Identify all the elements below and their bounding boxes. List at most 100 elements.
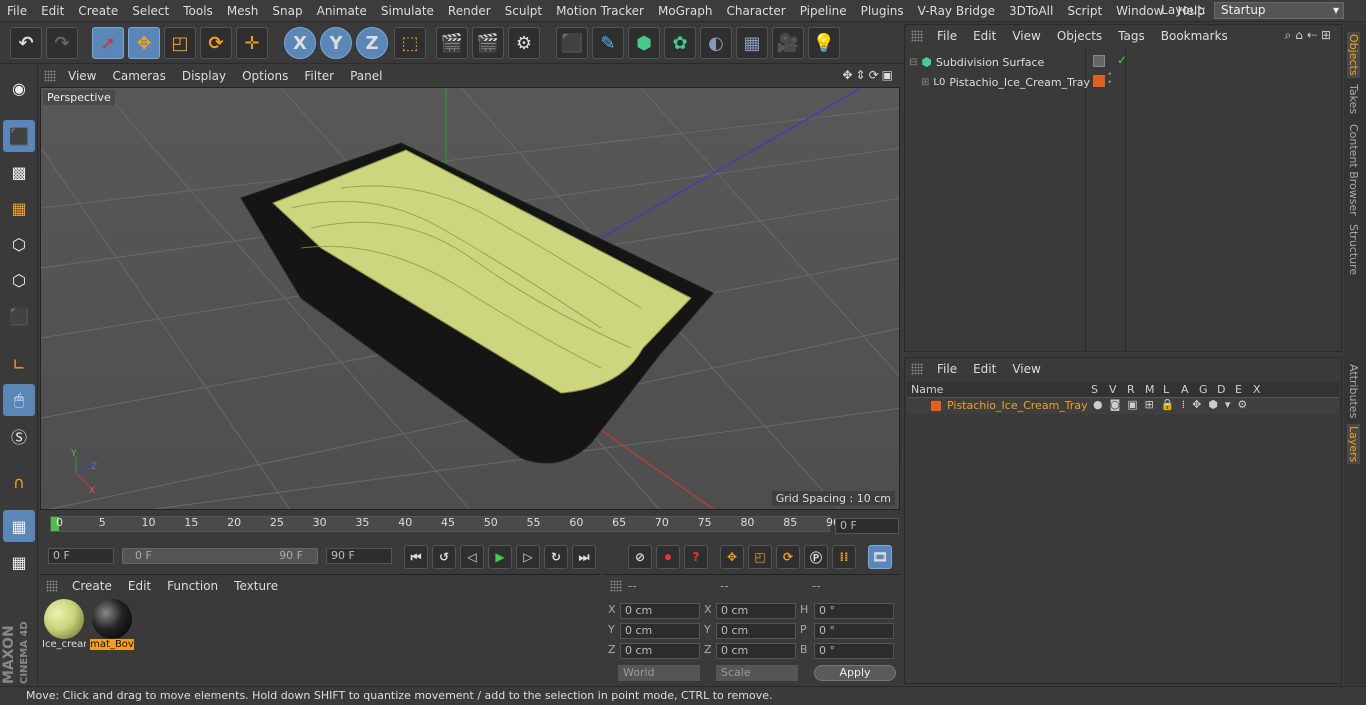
col-animation[interactable]: A bbox=[1181, 383, 1189, 396]
object-menu-tags[interactable]: Tags bbox=[1110, 29, 1153, 43]
viewport-menu-filter[interactable]: Filter bbox=[296, 69, 342, 83]
col-xref[interactable]: X bbox=[1253, 383, 1261, 396]
snap-icon[interactable]: ∩ bbox=[3, 466, 35, 498]
menu-mograph[interactable]: MoGraph bbox=[651, 4, 720, 18]
menu-vray-bridge[interactable]: V-Ray Bridge bbox=[911, 4, 1002, 18]
layer-row[interactable]: Pistachio_Ice_Cream_Tray ●◙▣⊞🔒⁞✥⬢▾⚙ bbox=[907, 398, 1339, 414]
cube-icon[interactable]: ⬛ bbox=[556, 27, 588, 59]
material-menu-edit[interactable]: Edit bbox=[120, 579, 159, 593]
tab-takes[interactable]: Takes bbox=[1347, 84, 1360, 114]
col-locked[interactable]: L bbox=[1163, 383, 1169, 396]
viewport-nav-icons[interactable]: ✥⇕⟳▣ bbox=[842, 68, 896, 82]
position-field[interactable]: 0 cm bbox=[620, 643, 700, 659]
col-manager[interactable]: M bbox=[1145, 383, 1155, 396]
visibility-dots-icon[interactable]: • • bbox=[1107, 71, 1112, 88]
coordinate-system-icon[interactable]: ⬚ bbox=[394, 27, 426, 59]
tab-content-browser[interactable]: Content Browser bbox=[1347, 124, 1360, 216]
key-scale-icon[interactable]: ◰ bbox=[748, 545, 772, 569]
layer-color-chip[interactable] bbox=[1093, 75, 1105, 87]
menu-script[interactable]: Script bbox=[1060, 4, 1109, 18]
deformer-icon[interactable]: ◐ bbox=[700, 27, 732, 59]
object-menu-edit[interactable]: Edit bbox=[965, 29, 1004, 43]
render-picture-viewer-icon[interactable]: 🎬 bbox=[472, 27, 504, 59]
floor-icon[interactable]: ▦ bbox=[736, 27, 768, 59]
menu-plugins[interactable]: Plugins bbox=[854, 4, 911, 18]
frame-range-slider[interactable]: 0 F 90 F bbox=[122, 548, 318, 564]
material-menu-create[interactable]: Create bbox=[64, 579, 120, 593]
viewport-menu-display[interactable]: Display bbox=[174, 69, 234, 83]
enabled-check-icon[interactable]: ✓ bbox=[1117, 53, 1127, 67]
render-view-icon[interactable]: 🎬 bbox=[436, 27, 468, 59]
autokey-icon[interactable]: ? bbox=[684, 545, 708, 569]
panel-grip-icon[interactable] bbox=[44, 70, 56, 82]
size-field[interactable]: 0 cm bbox=[716, 623, 796, 639]
move-tool-icon[interactable]: ✥ bbox=[128, 27, 160, 59]
position-field[interactable]: 0 cm bbox=[620, 603, 700, 619]
layer-menu-view[interactable]: View bbox=[1004, 362, 1048, 376]
material-menu-function[interactable]: Function bbox=[159, 579, 226, 593]
motion-record-icon[interactable]: ⊘ bbox=[628, 545, 652, 569]
prev-frame-icon[interactable]: ◁ bbox=[460, 545, 484, 569]
panel-grip-icon[interactable] bbox=[610, 580, 622, 592]
object-row[interactable]: ⊟ ⬢ Subdivision Surface bbox=[909, 53, 1044, 71]
coord-transform-select[interactable]: Scale bbox=[716, 665, 798, 681]
object-name[interactable]: Pistachio_Ice_Cream_Tray bbox=[949, 76, 1090, 89]
object-menu-objects[interactable]: Objects bbox=[1049, 29, 1110, 43]
coord-mode-select[interactable]: World bbox=[618, 665, 700, 681]
menu-pipeline[interactable]: Pipeline bbox=[793, 4, 854, 18]
menu-select[interactable]: Select bbox=[125, 4, 176, 18]
live-select-icon[interactable]: ✛ bbox=[236, 27, 268, 59]
points-mode-icon[interactable]: ⬡ bbox=[3, 228, 35, 260]
menu-character[interactable]: Character bbox=[719, 4, 792, 18]
object-menu-view[interactable]: View bbox=[1004, 29, 1048, 43]
y-axis-icon[interactable]: Y bbox=[320, 27, 352, 59]
camera-icon[interactable]: 🎥 bbox=[772, 27, 804, 59]
object-menu-file[interactable]: File bbox=[929, 29, 965, 43]
model-mode-icon[interactable]: ⬛ bbox=[3, 120, 35, 152]
texture-mode-icon[interactable]: ▩ bbox=[3, 156, 35, 188]
menu-edit[interactable]: Edit bbox=[34, 4, 71, 18]
menu-mesh[interactable]: Mesh bbox=[220, 4, 266, 18]
tab-layers[interactable]: Layers bbox=[1347, 424, 1360, 465]
rotate-tool-icon[interactable]: ⟳ bbox=[200, 27, 232, 59]
col-render[interactable]: R bbox=[1127, 383, 1135, 396]
pen-spline-icon[interactable]: ✎ bbox=[592, 27, 624, 59]
tweak-mode-icon[interactable]: 🖱 bbox=[3, 384, 35, 416]
menu-sculpt[interactable]: Sculpt bbox=[498, 4, 549, 18]
key-pla-icon[interactable]: ⁞⁞ bbox=[832, 545, 856, 569]
play-icon[interactable]: ▶ bbox=[488, 545, 512, 569]
viewport[interactable]: Y Z X Perspective Grid Spacing : 10 cm bbox=[40, 87, 900, 510]
rotation-field[interactable]: 0 ° bbox=[814, 643, 894, 659]
layer-menu-file[interactable]: File bbox=[929, 362, 965, 376]
panel-grip-icon[interactable] bbox=[911, 30, 923, 42]
go-to-end-icon[interactable]: ⏭ bbox=[572, 545, 596, 569]
prev-key-icon[interactable]: ↺ bbox=[432, 545, 456, 569]
menu-animate[interactable]: Animate bbox=[310, 4, 374, 18]
layout-select[interactable]: Startup bbox=[1214, 2, 1344, 19]
viewport-menu-view[interactable]: View bbox=[60, 69, 104, 83]
end-frame-field[interactable]: 90 F bbox=[326, 548, 392, 564]
key-param-icon[interactable]: Ⓟ bbox=[804, 545, 828, 569]
make-editable-icon[interactable]: ◉ bbox=[3, 72, 35, 104]
apply-button[interactable]: Apply bbox=[814, 665, 896, 681]
layer-menu-edit[interactable]: Edit bbox=[965, 362, 1004, 376]
start-frame-field[interactable]: 0 F bbox=[48, 548, 114, 564]
timeline[interactable]: 0 5 10 15 20 25 30 35 40 45 50 55 60 65 70 75 80 85 90 0 F bbox=[40, 512, 900, 542]
current-frame-field[interactable]: 0 F bbox=[835, 518, 899, 534]
material-swatch[interactable]: mat_Bov bbox=[90, 599, 134, 657]
col-deformers[interactable]: D bbox=[1217, 383, 1225, 396]
tab-attributes[interactable]: Attributes bbox=[1347, 364, 1360, 418]
panel-grip-icon[interactable] bbox=[911, 363, 923, 375]
next-frame-icon[interactable]: ▷ bbox=[516, 545, 540, 569]
z-axis-icon[interactable]: Z bbox=[356, 27, 388, 59]
menu-3dtoall[interactable]: 3DToAll bbox=[1002, 4, 1060, 18]
object-search-icons[interactable]: ⌕⌂⇠⊞ bbox=[1285, 28, 1335, 43]
object-row[interactable]: ⊞ L0 Pistachio_Ice_Cream_Tray bbox=[921, 73, 1090, 91]
layer-color-chip[interactable] bbox=[931, 401, 941, 411]
workplane-lock-icon[interactable]: ▦ bbox=[3, 510, 35, 542]
key-position-icon[interactable]: ✥ bbox=[720, 545, 744, 569]
material-menu-texture[interactable]: Texture bbox=[226, 579, 286, 593]
key-rotation-icon[interactable]: ⟳ bbox=[776, 545, 800, 569]
menu-create[interactable]: Create bbox=[71, 4, 125, 18]
edges-mode-icon[interactable]: ⬡ bbox=[3, 264, 35, 296]
